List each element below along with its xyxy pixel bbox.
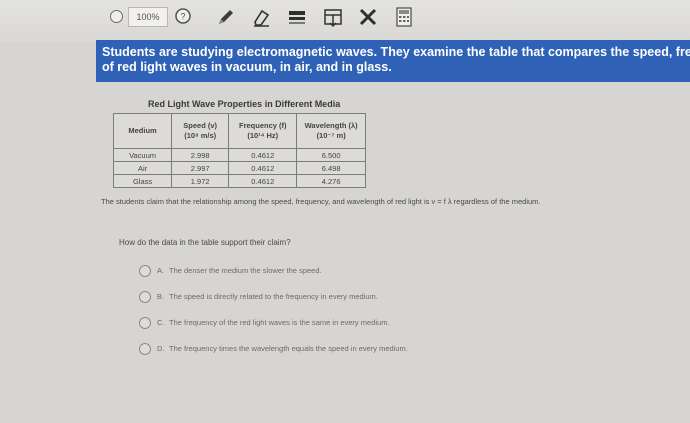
question-stem-banner: Students are studying electromagnetic wa… (96, 40, 690, 82)
table-row: Vacuum 2.998 0.4612 6.500 (112, 148, 366, 162)
cell-frequency: 0.4612 (228, 148, 298, 162)
calculator-icon[interactable] (393, 6, 415, 28)
choice-b[interactable]: B. The speed is directly related to the … (139, 290, 499, 304)
zoom-field[interactable]: 100% (128, 7, 168, 27)
toolbar: 100% ? (0, 0, 690, 42)
choice-d[interactable]: D. The frequency times the wavelength eq… (139, 342, 499, 356)
choice-text: The denser the medium the slower the spe… (169, 266, 322, 275)
table-row: Air 2.997 0.4612 6.498 (112, 161, 366, 175)
cell-speed: 2.997 (171, 161, 230, 175)
radio-button[interactable] (139, 343, 151, 355)
header-speed: Speed (v) (10⁸ m/s) (171, 113, 230, 149)
choice-text: The speed is directly related to the fre… (169, 292, 378, 301)
choice-c[interactable]: C. The frequency of the red light waves … (139, 316, 499, 330)
choice-a[interactable]: A. The denser the medium the slower the … (139, 264, 499, 278)
question-stem-line-2: of red light waves in vacuum, in air, an… (102, 60, 392, 74)
question-stem-line-1: Students are studying electromagnetic wa… (102, 45, 690, 59)
cell-medium: Glass (112, 174, 173, 188)
choice-letter: C. (157, 318, 165, 327)
svg-text:?: ? (180, 12, 185, 22)
claim-text: The students claim that the relationship… (101, 197, 541, 206)
choice-letter: A. (157, 266, 165, 275)
choice-letter: B. (157, 292, 165, 301)
radio-button[interactable] (139, 265, 151, 277)
eraser-icon[interactable] (250, 6, 272, 28)
data-table: Medium Speed (v) (10⁸ m/s) Frequency (f)(… (112, 113, 366, 188)
cell-frequency: 0.4612 (228, 174, 298, 188)
back-icon[interactable] (110, 10, 123, 23)
help-icon[interactable]: ? (174, 7, 192, 25)
cell-speed: 2.998 (171, 148, 230, 162)
cell-wavelength: 4.276 (296, 174, 366, 188)
header-frequency: Frequency (f) (10¹⁴ Hz) (228, 113, 298, 149)
header-medium: Medium (112, 113, 173, 149)
pencil-icon[interactable] (215, 6, 237, 28)
radio-button[interactable] (139, 317, 151, 329)
cell-medium: Air (112, 161, 173, 175)
choice-letter: D. (157, 344, 165, 353)
question-prompt: How do the data in the table support the… (119, 238, 291, 247)
radio-button[interactable] (139, 291, 151, 303)
cell-wavelength: 6.500 (296, 148, 366, 162)
table-row: Glass 1.972 0.4612 4.276 (112, 174, 366, 188)
choice-text: The frequency times the wavelength equal… (169, 344, 408, 353)
cell-wavelength: 6.498 (296, 161, 366, 175)
choice-text: The frequency of the red light waves is … (169, 318, 390, 327)
cell-speed: 1.972 (171, 174, 230, 188)
eliminate-icon[interactable] (357, 6, 379, 28)
highlighter-icon[interactable] (286, 6, 308, 28)
table-title: Red Light Wave Properties in Different M… (148, 99, 341, 109)
cell-frequency: 0.4612 (228, 161, 298, 175)
header-wavelength: Wavelength (λ) (10⁻⁷ m) (296, 113, 366, 149)
line-reader-icon[interactable] (322, 6, 344, 28)
table-header-row: Medium Speed (v) (10⁸ m/s) Frequency (f)(… (112, 113, 366, 149)
cell-medium: Vacuum (112, 148, 173, 162)
